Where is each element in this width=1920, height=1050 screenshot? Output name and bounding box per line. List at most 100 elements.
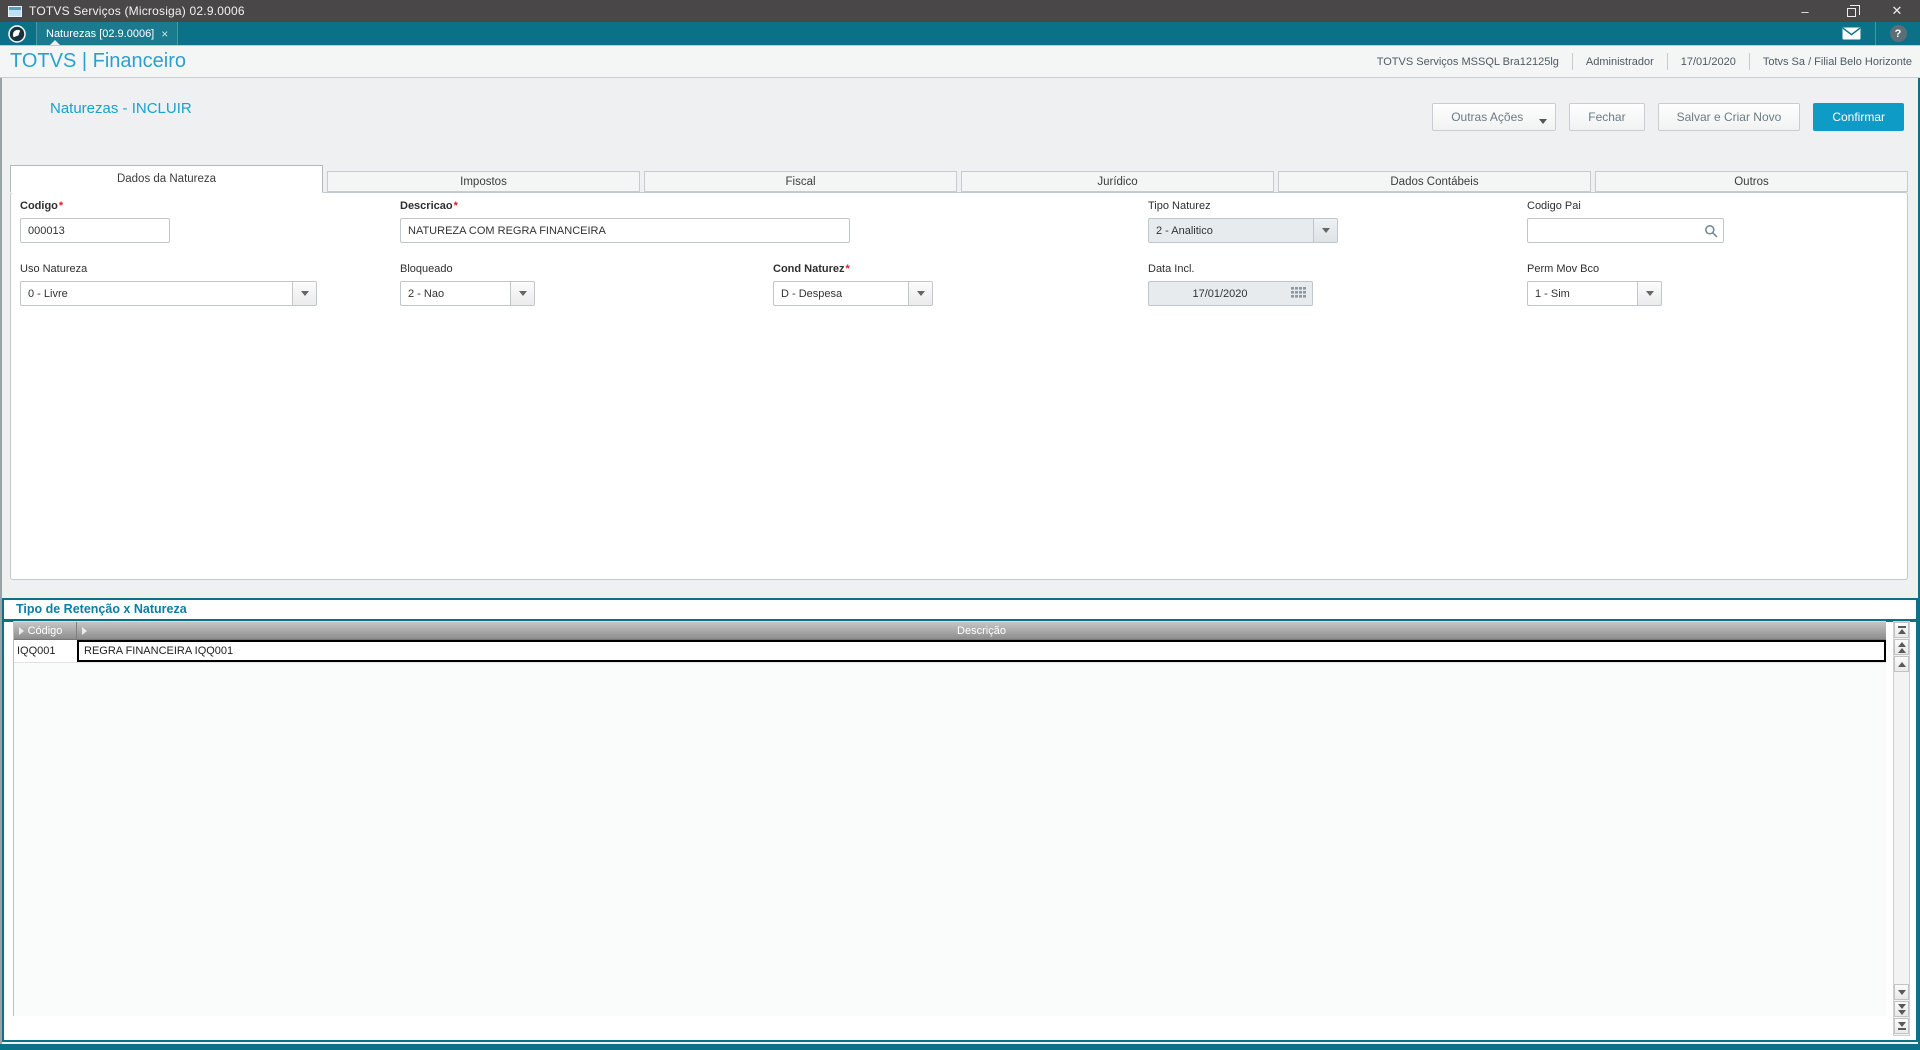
module-title: TOTVS | Financeiro [10,50,186,72]
cond-naturez-dropdown-button[interactable] [908,282,932,305]
scroll-up-button[interactable] [1894,656,1909,672]
tab-dados-contabeis[interactable]: Dados Contábeis [1278,171,1591,192]
tab-dados-da-natureza[interactable]: Dados da Natureza [10,165,323,193]
perm-mov-bco-dropdown-button[interactable] [1637,282,1661,305]
close-button[interactable]: Fechar [1569,103,1645,131]
window-bottom-frame [0,1044,1920,1050]
required-marker: * [845,263,850,275]
field-cond-naturez: Cond Naturez* D - Despesa [773,263,933,306]
uso-natureza-dropdown-button[interactable] [292,282,316,305]
column-header-descricao[interactable]: Descrição [77,622,1886,639]
descricao-input[interactable] [400,218,850,243]
mail-icon [1842,27,1861,40]
perm-mov-bco-select[interactable]: 1 - Sim [1527,281,1662,306]
chevron-down-icon [1321,228,1330,233]
descricao-label: Descricao* [400,200,458,212]
cell-codigo[interactable]: IQQ001 [14,640,77,662]
scroll-to-top-button[interactable] [1894,622,1909,638]
table-row[interactable]: IQQ001 REGRA FINANCEIRA IQQ001 [14,640,1886,663]
field-perm-mov-bco: Perm Mov Bco 1 - Sim [1527,263,1662,306]
totvs-logo-icon[interactable] [8,24,27,43]
confirm-button[interactable]: Confirmar [1813,103,1904,131]
retencao-grid: Código Descrição IQQ001 REGRA FINANCEIRA… [13,621,1886,1016]
session-info: TOTVS Serviços MSSQL Bra12125lg Administ… [1377,46,1920,77]
data-incl-value: 17/01/2020 [1192,287,1248,300]
field-uso-natureza: Uso Natureza 0 - Livre [20,263,317,306]
cond-naturez-value: D - Despesa [781,287,843,300]
column-header-codigo[interactable]: Código [14,622,77,639]
page-title: Naturezas - INCLUIR [50,100,192,117]
user-label: Administrador [1585,55,1654,68]
uso-natureza-select[interactable]: 0 - Livre [20,281,317,306]
tipo-naturez-dropdown-button[interactable] [1313,219,1337,242]
arrow-up-icon [1897,647,1906,653]
field-data-incl: Data Incl. 17/01/2020 [1148,263,1313,306]
mail-button[interactable] [1828,22,1875,45]
arrow-down-icon [1897,1022,1906,1027]
close-window-button[interactable]: ✕ [1874,0,1920,22]
chevron-down-icon [1645,291,1654,296]
bloqueado-value: 2 - Nao [408,287,445,300]
other-actions-button[interactable]: Outras Ações [1432,103,1557,131]
mdi-tab-bar: Naturezas [02.9.0006] × ? [0,22,1920,45]
top-bar-icons: ? [1828,22,1920,45]
codigo-label: Codigo* [20,200,64,212]
save-and-new-button[interactable]: Salvar e Criar Novo [1657,103,1801,131]
field-codigo-pai: Codigo Pai [1527,200,1724,243]
cond-naturez-select[interactable]: D - Despesa [773,281,933,306]
codigo-pai-lookup [1527,218,1724,243]
restore-icon [1846,4,1860,17]
chevron-down-icon [518,291,527,296]
maximize-button[interactable] [1828,0,1874,22]
field-descricao: Descricao* [400,200,850,243]
bloqueado-dropdown-button[interactable] [510,282,534,305]
chevron-down-icon [916,291,925,296]
chevron-down-icon [300,291,309,296]
tipo-naturez-select[interactable]: 2 - Analitico [1148,218,1338,243]
scroll-fast-down-button[interactable] [1894,1001,1909,1017]
window-titlebar: TOTVS Serviços (Microsiga) 02.9.0006 – ✕ [0,0,1920,22]
date-label: 17/01/2020 [1680,55,1736,68]
chevron-down-icon [1539,119,1548,124]
uso-natureza-value: 0 - Livre [28,287,68,300]
tab-close-icon[interactable]: × [161,27,168,41]
tab-juridico[interactable]: Jurídico [961,171,1274,192]
search-icon[interactable] [1704,224,1718,238]
tab-impostos[interactable]: Impostos [327,171,640,192]
form-tab-strip: Dados da Natureza Impostos Fiscal Jurídi… [10,165,1908,193]
close-icon: ✕ [1891,3,1903,18]
cond-naturez-label: Cond Naturez* [773,263,850,275]
tab-outros[interactable]: Outros [1595,171,1908,192]
codigo-input[interactable] [20,218,170,243]
cell-descricao-selected[interactable]: REGRA FINANCEIRA IQQ001 [77,640,1886,662]
scroll-fast-up-button[interactable] [1894,639,1909,655]
divider [1748,52,1750,71]
codigo-pai-label: Codigo Pai [1527,200,1581,212]
scrollbar-track[interactable] [1894,673,1909,984]
arrow-down-icon [1897,1003,1906,1009]
retencao-panel: Tipo de Retenção x Natureza Código Descr… [2,598,1918,1042]
minimize-button[interactable]: – [1782,0,1828,22]
codigo-pai-input[interactable] [1527,218,1724,243]
uso-natureza-label: Uso Natureza [20,263,88,275]
app-header: TOTVS | Financeiro TOTVS Serviços MSSQL … [0,45,1920,78]
arrow-up-icon [1897,629,1906,634]
tab-fiscal[interactable]: Fiscal [644,171,957,192]
column-handle-icon [19,626,24,635]
environment-label: TOTVS Serviços MSSQL Bra12125lg [1376,55,1559,68]
help-button[interactable]: ? [1876,22,1920,45]
scroll-down-button[interactable] [1894,984,1909,1000]
field-bloqueado: Bloqueado 2 - Nao [400,263,535,306]
tipo-naturez-label: Tipo Naturez [1148,200,1211,212]
form-panel: Codigo* Descricao* Tipo Naturez 2 - Anal… [10,192,1908,580]
scroll-to-bottom-button[interactable] [1894,1018,1909,1034]
tipo-naturez-value: 2 - Analitico [1156,224,1213,237]
main-content: Naturezas - INCLUIR Outras Ações Fechar … [0,78,1920,1044]
field-tipo-naturez: Tipo Naturez 2 - Analitico [1148,200,1338,243]
bloqueado-select[interactable]: 2 - Nao [400,281,535,306]
company-label: Totvs Sa / Filial Belo Horizonte [1762,55,1912,68]
tab-naturezas-label: Naturezas [02.9.0006] [46,27,155,40]
app-window-icon [8,5,22,17]
grid-vertical-scrollbar[interactable] [1893,621,1910,1036]
calendar-icon [1291,287,1306,298]
